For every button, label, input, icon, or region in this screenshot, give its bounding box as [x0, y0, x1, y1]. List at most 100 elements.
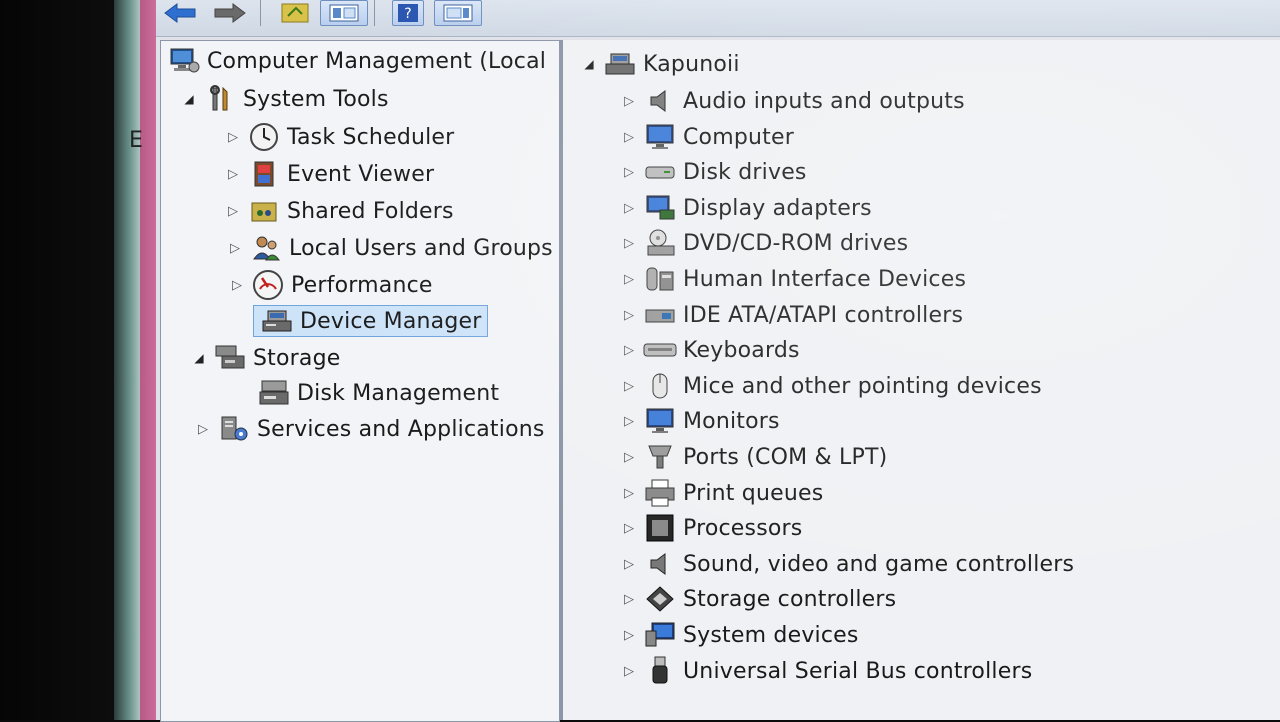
show-hide-console-tree-button[interactable]: [320, 0, 368, 26]
tree-item-local-users-and-groups[interactable]: ▷ Local Users and Groups: [227, 232, 553, 264]
expand-arrow-icon[interactable]: ▷: [621, 591, 637, 607]
device-category-label: Mice and other pointing devices: [683, 373, 1042, 399]
dvd-drive-icon: [643, 228, 677, 258]
services-icon: [217, 414, 251, 444]
tree-item-task-scheduler[interactable]: ▷ Task Scheduler: [225, 121, 454, 153]
device-category-storage-controllers[interactable]: ▷ Storage controllers: [621, 583, 896, 615]
tree-item-label: Performance: [291, 272, 433, 298]
display-adapter-icon: [643, 193, 677, 223]
device-category-monitors[interactable]: ▷ Monitors: [621, 405, 780, 437]
collapse-arrow-icon[interactable]: ◢: [581, 56, 597, 72]
tree-item-system-tools[interactable]: ◢ System Tools: [181, 83, 389, 115]
console-tree: Computer Management (Local ◢ System Tool…: [160, 40, 560, 722]
device-category-print-queues[interactable]: ▷ Print queues: [621, 477, 823, 509]
expand-arrow-icon[interactable]: ▷: [225, 129, 241, 145]
expand-arrow-icon[interactable]: ▷: [621, 271, 637, 287]
device-category-label: Processors: [683, 515, 803, 541]
tree-item-event-viewer[interactable]: ▷ Event Viewer: [225, 158, 434, 190]
device-category-label: Print queues: [683, 480, 824, 506]
clock-icon: [247, 122, 281, 152]
expand-arrow-icon[interactable]: ▷: [621, 520, 637, 536]
expand-arrow-icon[interactable]: ▷: [621, 449, 637, 465]
expand-arrow-icon[interactable]: ▷: [621, 129, 637, 145]
device-category-sound-video-and-game-controllers[interactable]: ▷ Sound, video and game controllers: [621, 548, 1074, 580]
speaker-icon: [643, 549, 677, 579]
monitor-icon: [643, 406, 677, 436]
speaker-icon: [643, 86, 677, 116]
up-one-level-button[interactable]: [278, 0, 312, 26]
device-category-display-adapters[interactable]: ▷ Display adapters: [621, 192, 872, 224]
hid-icon: [643, 264, 677, 294]
expand-arrow-icon[interactable]: ▷: [621, 235, 637, 251]
device-category-universal-serial-bus-controllers[interactable]: ▷ Universal Serial Bus controllers: [621, 655, 1032, 687]
svg-text:?: ?: [404, 6, 411, 22]
shared-folder-icon: [247, 196, 281, 226]
device-category-system-devices[interactable]: ▷ System devices: [621, 619, 859, 651]
processor-icon: [643, 513, 677, 543]
expand-arrow-icon[interactable]: ▷: [621, 342, 637, 358]
tree-item-label: Device Manager: [300, 308, 482, 334]
tree-item-device-manager[interactable]: Device Manager: [253, 305, 489, 337]
device-category-ide-ata-atapi-controllers[interactable]: ▷ IDE ATA/ATAPI controllers: [621, 299, 963, 331]
background-text: E: [129, 128, 143, 153]
folder-up-icon: [281, 3, 309, 23]
expand-arrow-icon[interactable]: ▷: [621, 93, 637, 109]
device-category-audio-inputs-and-outputs[interactable]: ▷ Audio inputs and outputs: [621, 85, 965, 117]
device-category-human-interface-devices[interactable]: ▷ Human Interface Devices: [621, 263, 966, 295]
selected-highlight[interactable]: Device Manager: [253, 305, 489, 337]
tree-item-label: Local Users and Groups: [289, 235, 553, 261]
tree-item-shared-folders[interactable]: ▷ Shared Folders: [225, 195, 454, 227]
tree-item-services-and-applications[interactable]: ▷ Services and Applications: [195, 413, 545, 445]
tree-item-storage[interactable]: ◢ Storage: [191, 342, 340, 374]
device-category-processors[interactable]: ▷ Processors: [621, 512, 802, 544]
expand-arrow-icon[interactable]: ▷: [621, 663, 637, 679]
expand-arrow-icon[interactable]: ▷: [621, 556, 637, 572]
computer-management-window: ? Computer Management (Local ◢ System To…: [156, 0, 1280, 722]
tree-item-label: Shared Folders: [287, 198, 454, 224]
device-category-label: Ports (COM & LPT): [683, 444, 888, 470]
disk-drive-icon: [643, 157, 677, 187]
device-category-label: Human Interface Devices: [683, 266, 967, 292]
tools-icon: [203, 84, 237, 114]
help-button[interactable]: ?: [392, 0, 424, 26]
expand-arrow-icon[interactable]: ▷: [621, 307, 637, 323]
expand-arrow-icon[interactable]: ▷: [621, 627, 637, 643]
tree-item-label: Services and Applications: [257, 416, 545, 442]
monitor-icon: [643, 122, 677, 152]
expand-arrow-icon[interactable]: ▷: [621, 164, 637, 180]
collapse-arrow-icon[interactable]: ◢: [181, 91, 197, 107]
device-category-computer[interactable]: ▷ Computer: [621, 121, 794, 153]
device-tree-root[interactable]: ◢ Kapunoii: [581, 48, 740, 80]
expand-arrow-icon[interactable]: ▷: [195, 421, 211, 437]
tree-item-disk-management[interactable]: Disk Management: [257, 377, 499, 409]
collapse-arrow-icon[interactable]: ◢: [191, 350, 207, 366]
printer-icon: [643, 478, 677, 508]
device-category-dvd-cd-rom-drives[interactable]: ▷ DVD/CD-ROM drives: [621, 227, 908, 259]
device-category-label: Computer: [683, 124, 794, 150]
tree-item-computer-management[interactable]: Computer Management (Local: [167, 45, 546, 77]
device-category-disk-drives[interactable]: ▷ Disk drives: [621, 156, 807, 188]
device-category-label: System devices: [683, 622, 859, 648]
expand-arrow-icon[interactable]: ▷: [225, 203, 241, 219]
back-button[interactable]: [162, 0, 198, 26]
expand-arrow-icon[interactable]: ▷: [621, 485, 637, 501]
device-tree: ◢ Kapunoii ▷ Audio inputs and outputs ▷ Com…: [560, 40, 1280, 720]
tree-item-label: Storage: [253, 345, 341, 371]
expand-arrow-icon[interactable]: ▷: [225, 166, 241, 182]
show-hide-action-pane-button[interactable]: [434, 0, 482, 26]
expand-arrow-icon[interactable]: ▷: [621, 413, 637, 429]
expand-arrow-icon[interactable]: ▷: [621, 200, 637, 216]
tree-item-label: Kapunoii: [643, 51, 740, 77]
tree-item-performance[interactable]: ▷ Performance: [229, 269, 433, 301]
device-category-keyboards[interactable]: ▷ Keyboards: [621, 334, 800, 366]
expand-arrow-icon[interactable]: ▷: [621, 378, 637, 394]
expand-arrow-icon[interactable]: ▷: [229, 277, 245, 293]
help-icon: ?: [398, 4, 418, 22]
device-category-mice-and-other-pointing-devices[interactable]: ▷ Mice and other pointing devices: [621, 370, 1042, 402]
forward-button[interactable]: [212, 0, 248, 26]
expand-arrow-icon[interactable]: ▷: [227, 240, 243, 256]
toolbar: ?: [156, 0, 1280, 37]
forward-arrow-icon: [214, 3, 246, 23]
device-category-label: Universal Serial Bus controllers: [683, 658, 1033, 684]
device-category-ports-com-lpt[interactable]: ▷ Ports (COM & LPT): [621, 441, 887, 473]
